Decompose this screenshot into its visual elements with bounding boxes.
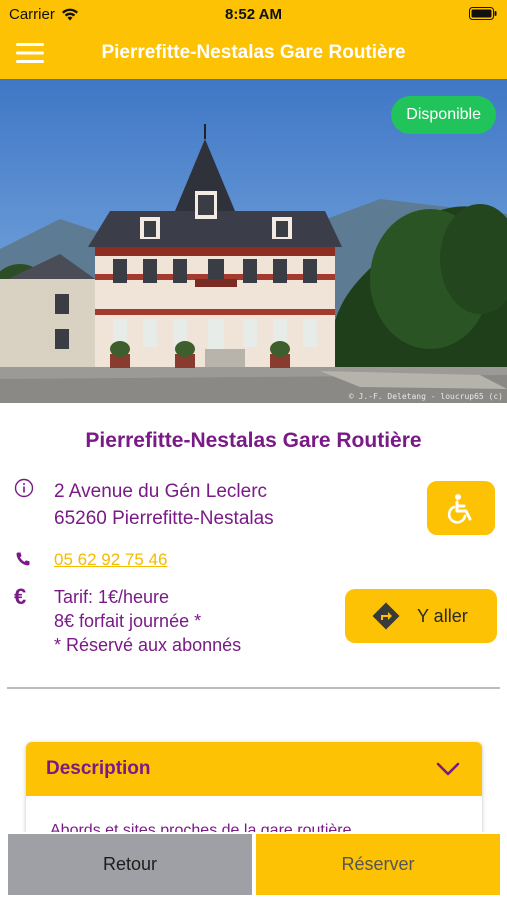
chevron-down-icon [436,762,460,776]
description-title: Description [46,758,151,779]
clock: 8:52 AM [225,6,282,23]
divider [7,687,500,689]
tariff-line-2: 8€ forfait journée * [54,611,202,631]
accessibility-button[interactable] [427,481,495,535]
reserve-button[interactable]: Réserver [256,834,500,895]
directions-label: Y aller [417,605,468,626]
status-bar: Carrier 8:52 AM [0,0,507,28]
back-button[interactable]: Retour [8,834,252,895]
address-line-2: 65260 Pierrefitte-Nestalas [54,508,274,529]
tariff-line-3: * Réservé aux abonnés [54,635,242,655]
euro-icon: € [14,584,27,609]
description-accordion: Description Abords et sites proches de l… [26,742,482,842]
navigation-bar: Pierrefitte-Nestalas Gare Routière [0,28,507,79]
bottom-action-bar: Retour Réserver [0,832,507,900]
availability-badge: Disponible [391,96,496,134]
directions-button[interactable]: Y aller [345,589,497,643]
address: 2 Avenue du Gén Leclerc 65260 Pierrefitt… [54,478,274,532]
wheelchair-icon [447,494,472,524]
station-name: Pierrefitte-Nestalas Gare Routière [85,429,422,452]
description-header[interactable]: Description [26,742,482,796]
battery-icon [469,7,497,24]
phone-icon [15,551,31,572]
tariff-info: Tarif: 1€/heure 8€ forfait journée * * R… [54,585,241,657]
photo-credit: © J.-F. Deletang - loucrup65 (c) [348,392,503,401]
info-icon [14,478,34,503]
address-line-1: 2 Avenue du Gén Leclerc [54,481,268,502]
station-photo: Disponible © J.-F. Deletang - loucrup65 … [0,79,507,403]
phone-link[interactable]: 05 62 92 75 46 [54,550,167,570]
directions-icon [372,602,400,630]
page-title: Pierrefitte-Nestalas Gare Routière [101,42,406,63]
tariff-line-1: Tarif: 1€/heure [54,587,170,607]
